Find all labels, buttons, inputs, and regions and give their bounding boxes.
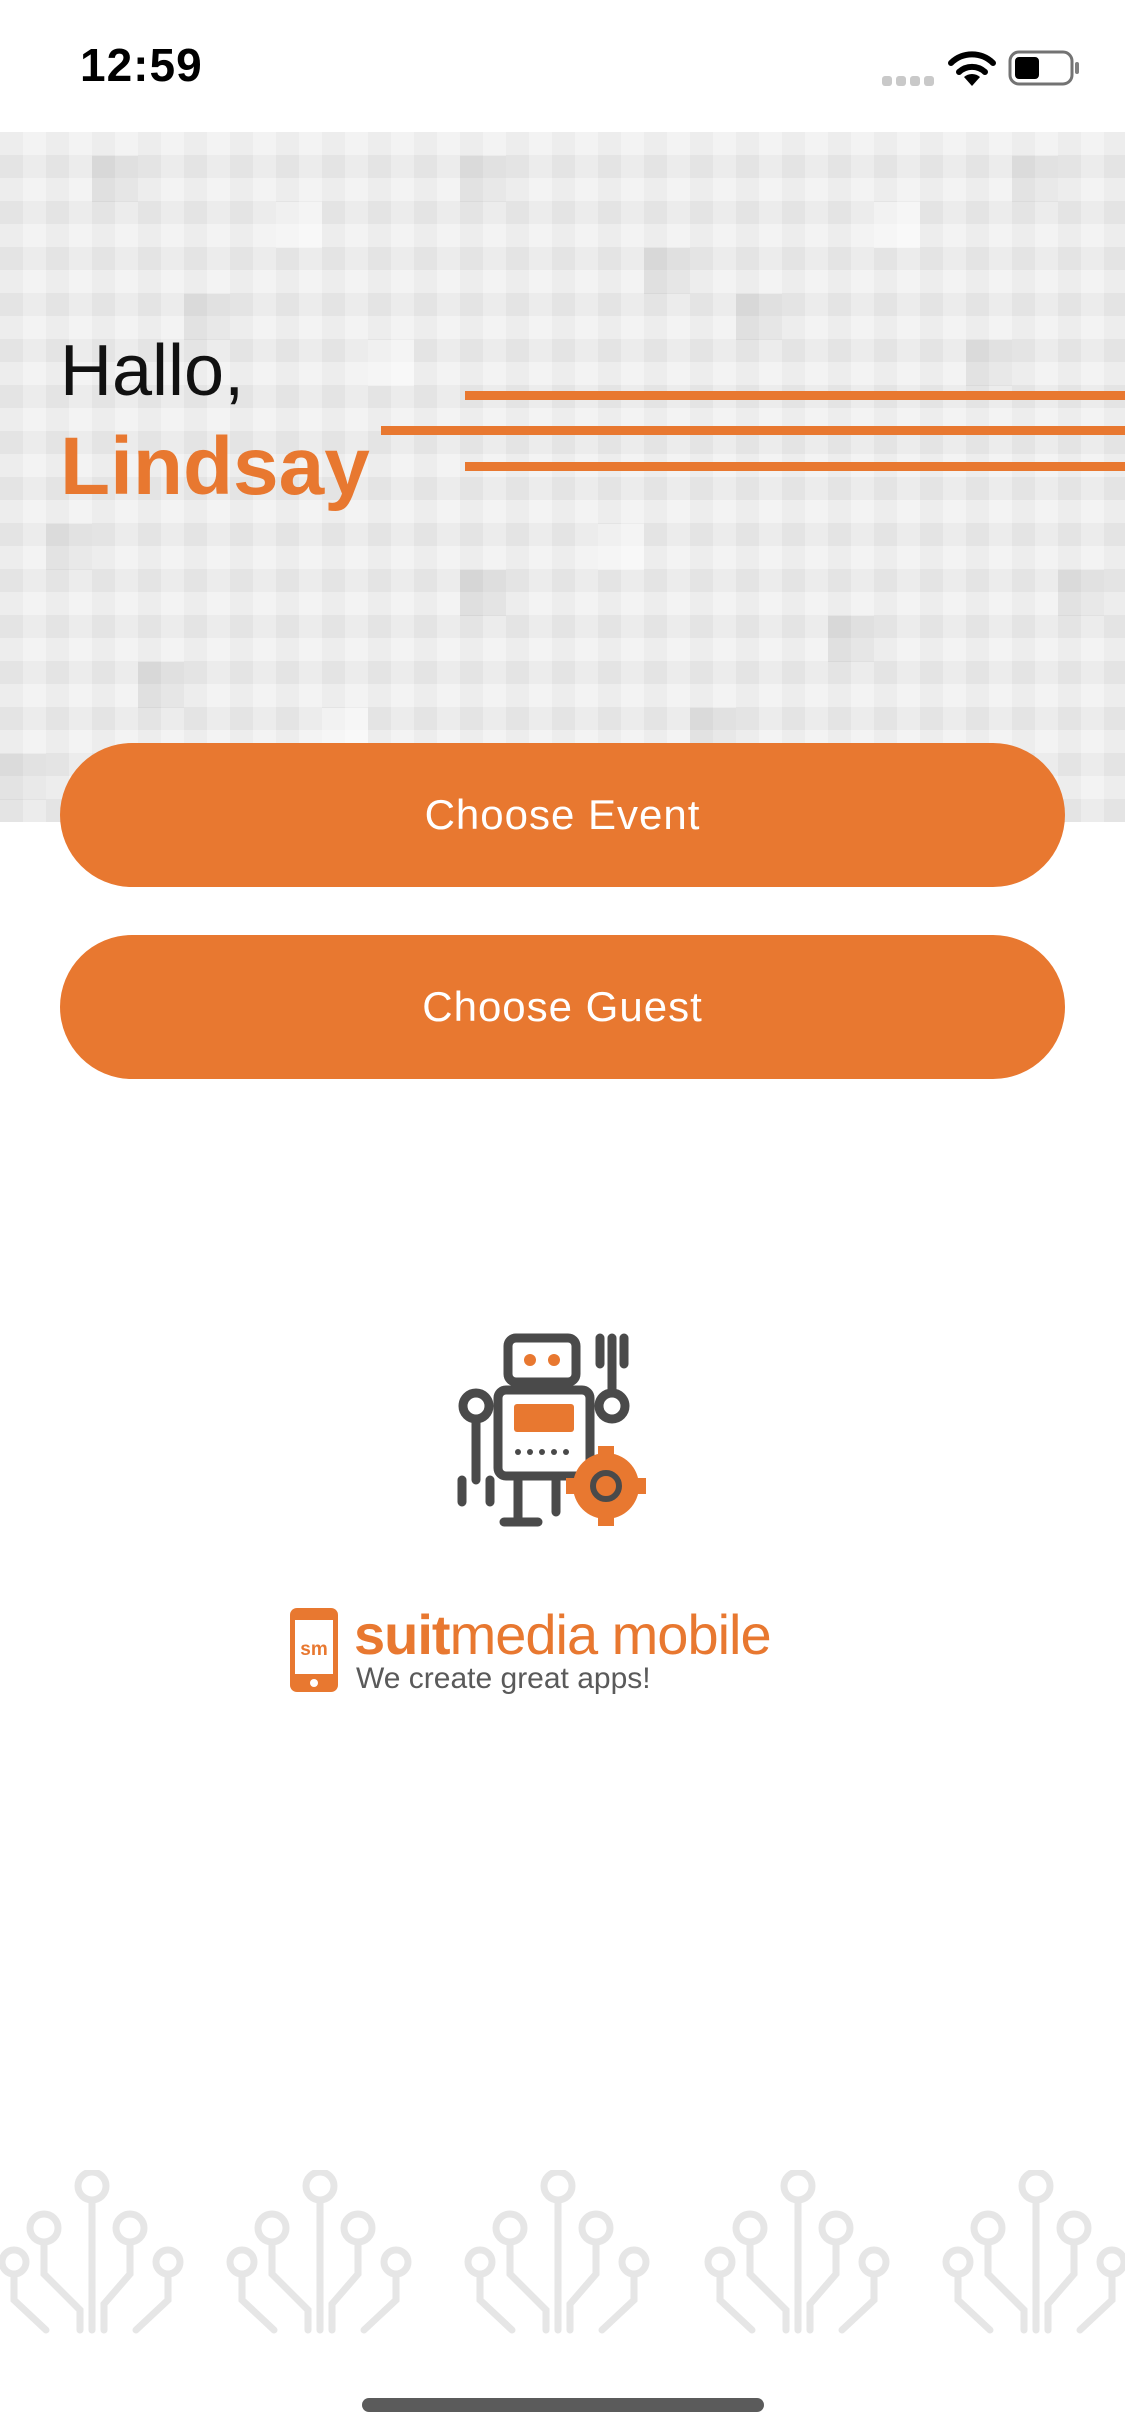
wifi-icon	[948, 51, 996, 86]
accent-stripe-top	[465, 391, 1125, 400]
user-name: Lindsay	[60, 421, 370, 512]
brand-name: suitmedia mobile	[354, 1602, 772, 1667]
choose-guest-button[interactable]: Choose Guest	[60, 935, 1065, 1079]
greeting-text: Hallo,	[60, 331, 245, 411]
phone-icon: sm	[290, 1608, 338, 1692]
choose-event-button[interactable]: Choose Event	[60, 743, 1065, 887]
brand-name-bold: suit	[354, 1603, 451, 1666]
brand-name-rest: media mobile	[449, 1603, 772, 1666]
suitmedia-logo: sm suitmedia mobile We create great apps…	[288, 1603, 848, 1696]
accent-stripe-middle	[381, 426, 1125, 435]
circuit-decoration	[0, 2170, 1125, 2350]
robot-icon	[457, 1333, 646, 1527]
gear-icon	[566, 1446, 646, 1526]
phone-badge-text: sm	[300, 1639, 327, 1660]
signal-icon	[882, 76, 934, 86]
brand-tagline: We create great apps!	[356, 1662, 651, 1695]
status-bar: 12:59	[0, 0, 1125, 132]
battery-icon	[1008, 50, 1079, 86]
accent-stripe-bottom	[465, 462, 1125, 471]
status-time: 12:59	[80, 39, 203, 91]
home-indicator[interactable]	[362, 2398, 764, 2412]
